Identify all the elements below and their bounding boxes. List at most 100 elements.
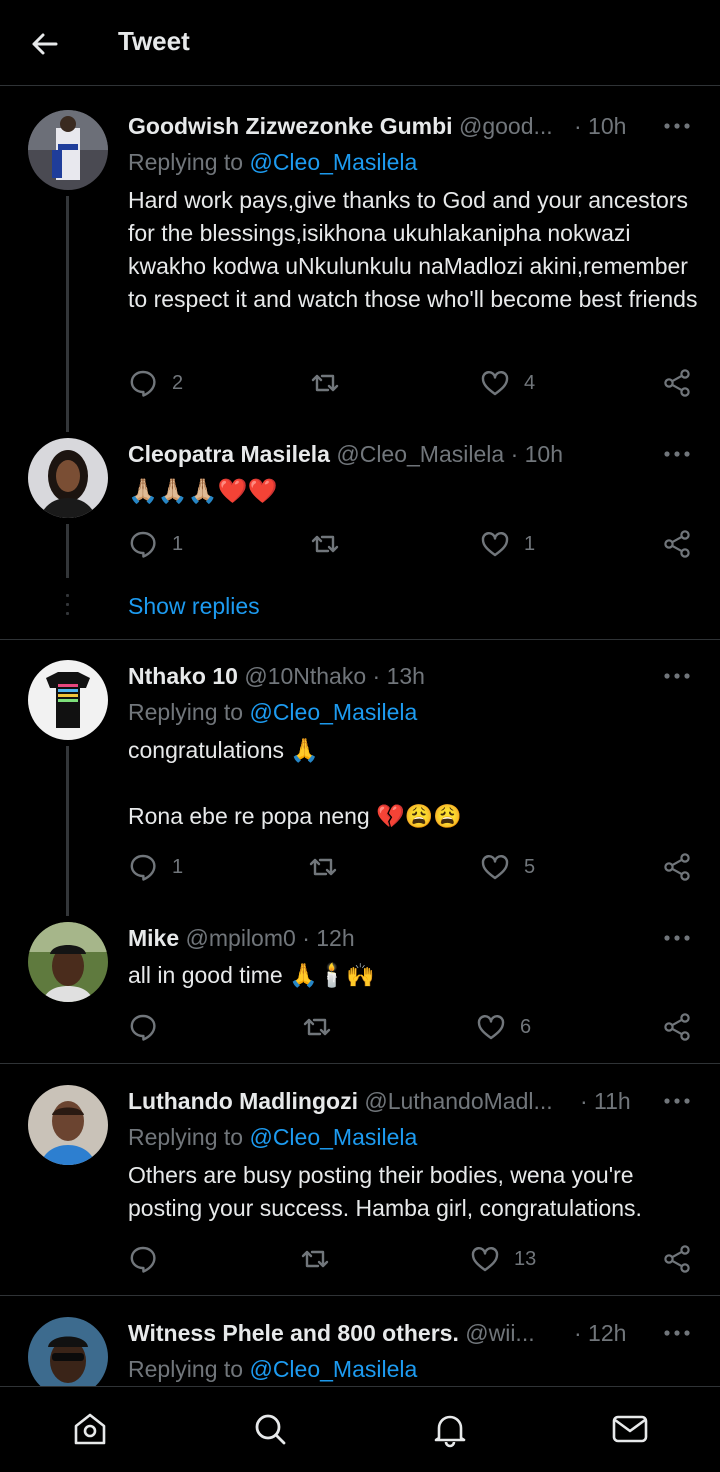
tweet-text-line-2: Rona ebe re popa neng 💔😩😩 xyxy=(128,803,463,829)
page-title: Tweet xyxy=(118,26,190,56)
avatar[interactable] xyxy=(28,1317,108,1386)
more-options-icon[interactable] xyxy=(662,1323,692,1343)
share-button[interactable] xyxy=(662,527,692,561)
retweet-button[interactable] xyxy=(300,1242,344,1276)
notifications-bell-icon[interactable] xyxy=(430,1409,470,1449)
retweet-icon xyxy=(309,858,337,876)
share-button[interactable] xyxy=(662,1242,692,1276)
avatar[interactable] xyxy=(28,1085,108,1165)
tweet-time: · 13h xyxy=(372,663,425,689)
thread-ellipsis-dots xyxy=(66,594,69,621)
share-button[interactable] xyxy=(662,850,692,884)
thread-connector xyxy=(66,746,69,916)
display-name[interactable]: Goodwish Zizwezonke Gumbi xyxy=(128,113,453,139)
mention-link[interactable]: @Cleo_Masilela xyxy=(249,149,417,175)
reply-icon xyxy=(130,854,156,881)
thread-connector xyxy=(66,524,69,578)
like-count: 4 xyxy=(524,371,536,394)
reply-count: 2 xyxy=(172,371,184,394)
thread-connector xyxy=(66,196,69,432)
mention-link[interactable]: @Cleo_Masilela xyxy=(249,1356,417,1382)
tweet-time: · 10h xyxy=(510,441,563,467)
like-button[interactable]: 1 xyxy=(480,527,535,561)
share-button[interactable] xyxy=(662,366,692,400)
mention-link[interactable]: @Cleo_Masilela xyxy=(249,699,417,725)
like-count: 6 xyxy=(520,1015,532,1038)
tweet-header: Cleopatra Masilela @Cleo_Masilela · 10h xyxy=(128,439,650,469)
share-button[interactable] xyxy=(662,1010,692,1044)
heart-icon xyxy=(477,1015,505,1040)
reply-button[interactable]: 1 xyxy=(128,527,183,561)
avatar[interactable] xyxy=(28,110,108,190)
like-button[interactable]: 13 xyxy=(470,1242,536,1276)
more-options-icon[interactable] xyxy=(662,666,692,686)
retweet-button[interactable] xyxy=(308,850,352,884)
user-handle[interactable]: @LuthandoMadl... xyxy=(364,1088,552,1114)
user-handle[interactable]: @wii... xyxy=(465,1320,534,1346)
tweet-actions: 1 5 xyxy=(128,850,694,884)
replying-to: Replying to @Cleo_Masilela xyxy=(128,1122,417,1152)
user-handle[interactable]: @Cleo_Masilela xyxy=(336,441,504,467)
share-icon xyxy=(664,369,690,397)
user-handle[interactable]: @mpilom0 xyxy=(186,925,296,951)
tweet-text: Others are busy posting their bodies, we… xyxy=(128,1162,642,1221)
user-handle[interactable]: @10Nthako xyxy=(244,663,366,689)
show-replies-link[interactable]: Show replies xyxy=(128,593,260,620)
tweet-actions: 1 1 xyxy=(128,527,694,561)
heart-icon xyxy=(481,855,509,880)
display-name[interactable]: Nthako 10 xyxy=(128,663,238,689)
display-name[interactable]: Cleopatra Masilela xyxy=(128,441,330,467)
reply-button[interactable] xyxy=(128,1242,172,1276)
more-options-icon[interactable] xyxy=(662,928,692,948)
more-options-icon[interactable] xyxy=(662,444,692,464)
home-icon[interactable] xyxy=(70,1409,110,1449)
arrow-left-icon[interactable] xyxy=(28,28,60,60)
retweet-button[interactable] xyxy=(310,527,354,561)
heart-icon xyxy=(471,1247,499,1272)
avatar[interactable] xyxy=(28,922,108,1002)
tweet-header: Mike @mpilom0 · 12h xyxy=(128,923,650,953)
avatar[interactable] xyxy=(28,660,108,740)
tweet-text: 🙏🏼🙏🏼🙏🏼❤️❤️ xyxy=(128,478,278,505)
avatar[interactable] xyxy=(28,438,108,518)
retweet-button[interactable] xyxy=(302,1010,346,1044)
replies-feed[interactable]: Goodwish Zizwezonke Gumbi @good... · 10h… xyxy=(0,86,720,1386)
like-button[interactable]: 4 xyxy=(480,366,535,400)
retweet-icon xyxy=(311,535,339,553)
display-name[interactable]: Witness Phele and 800 others. xyxy=(128,1320,459,1346)
tweet-time: · 10h xyxy=(574,113,627,139)
reply-icon xyxy=(130,1246,156,1273)
reply-icon xyxy=(130,370,156,397)
user-handle[interactable]: @good... xyxy=(459,113,553,139)
messages-envelope-icon[interactable] xyxy=(610,1409,650,1449)
display-name[interactable]: Luthando Madlingozi xyxy=(128,1088,358,1114)
replying-to-label: Replying to xyxy=(128,699,244,725)
divider xyxy=(0,1063,720,1064)
tweet-time: · 12h xyxy=(574,1320,627,1346)
reply-count: 1 xyxy=(172,855,184,878)
retweet-icon xyxy=(311,374,339,392)
retweet-button[interactable] xyxy=(310,366,354,400)
replying-to-label: Replying to xyxy=(128,1124,244,1150)
reply-button[interactable]: 2 xyxy=(128,366,183,400)
tweet-actions: 6 xyxy=(128,1010,694,1044)
tweet-text-line-1: congratulations 🙏 xyxy=(128,737,320,763)
like-button[interactable]: 6 xyxy=(476,1010,531,1044)
replying-to-label: Replying to xyxy=(128,149,244,175)
mention-link[interactable]: @Cleo_Masilela xyxy=(249,1124,417,1150)
reply-button[interactable]: 1 xyxy=(128,850,183,884)
share-icon xyxy=(664,853,690,881)
replying-to: Replying to @Cleo_Masilela xyxy=(128,147,417,177)
reply-button[interactable] xyxy=(128,1010,172,1044)
tweet-actions: 2 4 xyxy=(128,366,694,400)
tweet-header: Nthako 10 @10Nthako · 13h xyxy=(128,661,650,691)
retweet-icon xyxy=(303,1018,331,1036)
more-options-icon[interactable] xyxy=(662,1091,692,1111)
search-icon[interactable] xyxy=(250,1409,290,1449)
more-options-icon[interactable] xyxy=(662,116,692,136)
share-icon xyxy=(664,1013,690,1041)
display-name[interactable]: Mike xyxy=(128,925,179,951)
share-icon xyxy=(664,1245,690,1273)
like-button[interactable]: 5 xyxy=(480,850,535,884)
share-icon xyxy=(664,530,690,558)
